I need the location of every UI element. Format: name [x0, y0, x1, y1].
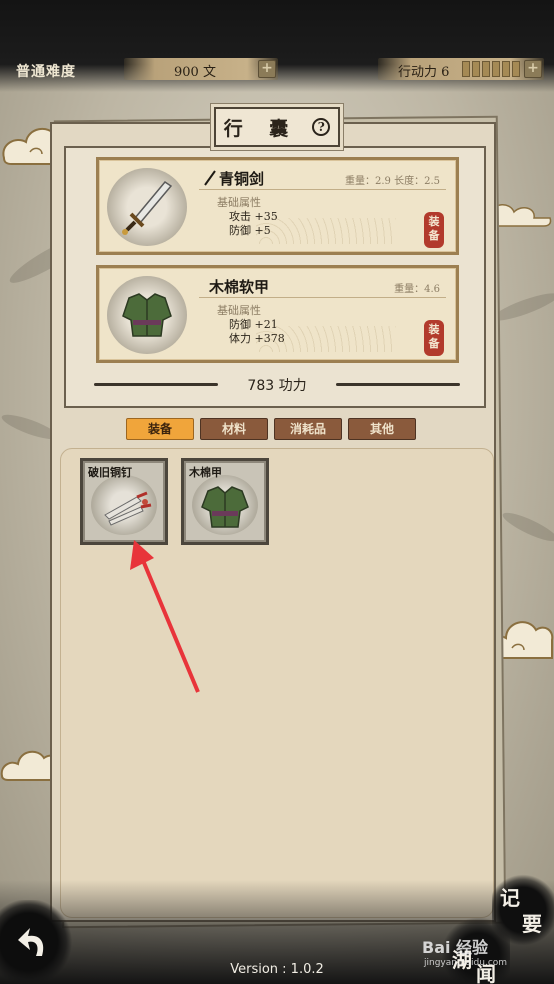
equipped-weapon-card[interactable]: 青铜剑 重量：2.9 长度：2.5 基础属性 攻击 +35 防御 +5 装 备: [96, 157, 459, 255]
dart-icon: [104, 491, 152, 526]
category-tabs: 装备 材料 消耗品 其他: [126, 418, 416, 440]
add-money-button[interactable]: +: [258, 60, 276, 78]
equip-label: 装: [428, 323, 440, 336]
item-name: 青铜剑: [219, 170, 265, 188]
inventory-item-name: 破旧铜钉: [88, 466, 132, 479]
bamboo-leaf-decoration: [499, 507, 554, 547]
version-label: Version : 1.0.2: [230, 962, 324, 977]
equipped-armor-card[interactable]: 木棉软甲 重量：4.6 基础属性 防御 +21 体力 +378 装 备: [96, 265, 459, 363]
wave-decoration: [256, 218, 396, 244]
divider: [336, 383, 460, 386]
wave-decoration: [256, 326, 396, 352]
tab-consumables[interactable]: 消耗品: [274, 418, 342, 440]
annotation-arrow-icon: [130, 540, 200, 693]
tab-equipment[interactable]: 装备: [126, 418, 194, 440]
top-bar: 普通难度 900 文 + 行动力 6 +: [0, 0, 554, 92]
action-points-display: 行动力 6 +: [378, 58, 544, 80]
inventory-item[interactable]: 破旧铜钉: [80, 458, 168, 545]
action-point-cell: [462, 61, 470, 77]
equip-label: 装: [428, 215, 440, 228]
item-image-frame: [107, 276, 187, 354]
record-label: 要: [522, 912, 542, 936]
action-point-cell: [512, 61, 520, 77]
item-weight-length: 重量：2.9 长度：2.5: [345, 176, 440, 187]
equip-label: 备: [428, 229, 440, 242]
item-image-frame: [91, 475, 157, 535]
money-value: 900 文: [174, 65, 216, 80]
action-points-bar: [462, 61, 520, 77]
back-arrow-icon: [18, 928, 44, 956]
money-display: 900 文 +: [124, 58, 278, 80]
record-label: 记: [500, 886, 520, 910]
add-action-points-button[interactable]: +: [524, 60, 542, 78]
inventory-item-name: 木棉甲: [189, 466, 222, 479]
page-title: 行 囊: [223, 117, 299, 140]
panel-title-plate: 行 囊 ?: [214, 107, 340, 147]
equip-button[interactable]: 装 备: [424, 320, 444, 356]
divider: [199, 189, 446, 190]
difficulty-label: 普通难度: [16, 64, 76, 80]
inventory-item[interactable]: 木棉甲: [181, 458, 269, 545]
armor-icon: [122, 293, 172, 337]
equip-button[interactable]: 装 备: [424, 212, 444, 248]
status-row: 普通难度 900 文 + 行动力 6 +: [0, 56, 554, 84]
sword-icon: [122, 181, 173, 235]
watermark: Bai 经验: [422, 938, 489, 957]
item-image-frame: [107, 168, 187, 246]
sword-small-icon: [204, 170, 216, 186]
action-point-cell: [492, 61, 500, 77]
action-point-cell: [472, 61, 480, 77]
action-points-label: 行动力 6: [398, 65, 450, 80]
action-point-cell: [482, 61, 490, 77]
equip-label: 备: [428, 337, 440, 350]
power-summary: 783 功力: [94, 373, 460, 395]
tab-materials[interactable]: 材料: [200, 418, 268, 440]
item-image-frame: [192, 475, 258, 535]
help-icon[interactable]: ?: [312, 118, 331, 136]
armor-icon: [201, 486, 249, 528]
item-weight: 重量：4.6: [394, 284, 440, 295]
divider: [199, 297, 446, 298]
tab-other[interactable]: 其他: [348, 418, 416, 440]
action-point-cell: [502, 61, 510, 77]
item-name: 木棉软甲: [209, 278, 270, 296]
